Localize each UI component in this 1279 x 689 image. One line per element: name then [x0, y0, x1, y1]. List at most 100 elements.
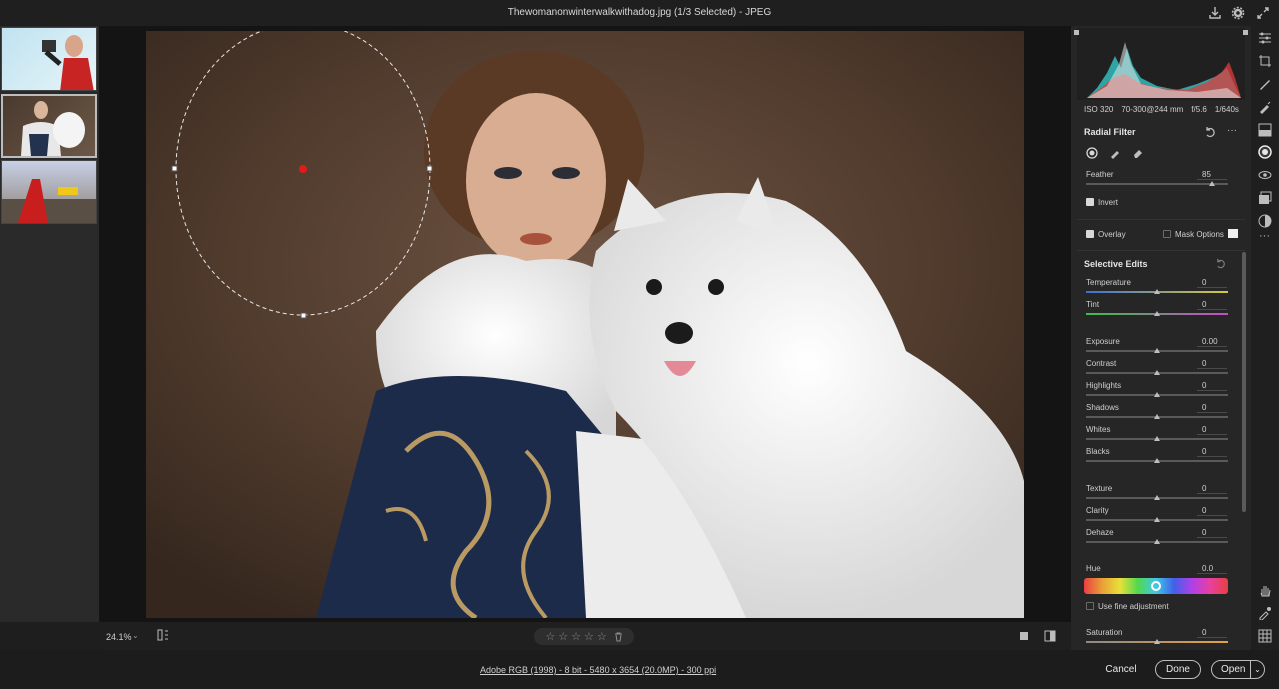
- tint-value[interactable]: 0: [1197, 300, 1227, 310]
- star-icon[interactable]: ☆: [545, 630, 555, 643]
- feather-slider-knob[interactable]: [1209, 181, 1215, 186]
- exposure-slider-knob[interactable]: [1154, 348, 1160, 353]
- temperature-value[interactable]: 0: [1197, 278, 1227, 288]
- fine-adjust-checkbox[interactable]: [1086, 602, 1094, 610]
- feather-value[interactable]: 85: [1197, 170, 1227, 180]
- dehaze-slider-knob[interactable]: [1154, 539, 1160, 544]
- saturation-slider-knob[interactable]: [1154, 639, 1160, 644]
- contrast-value[interactable]: 0: [1197, 359, 1227, 369]
- temperature-slider-knob[interactable]: [1154, 289, 1160, 294]
- snapshots-icon[interactable]: [1258, 191, 1272, 205]
- open-button-label: Open: [1221, 664, 1246, 675]
- presets-icon[interactable]: [1258, 214, 1272, 228]
- star-icon[interactable]: ☆: [558, 630, 568, 643]
- trash-icon[interactable]: [614, 632, 623, 642]
- filmstrip-toggle-icon[interactable]: [156, 628, 170, 642]
- brush-icon[interactable]: [1109, 147, 1121, 159]
- highlight-clipping-icon[interactable]: [1243, 30, 1248, 35]
- texture-value[interactable]: 0: [1197, 484, 1227, 494]
- reset-icon[interactable]: [1215, 258, 1226, 269]
- zoom-level[interactable]: 24.1%: [106, 632, 132, 642]
- red-eye-icon[interactable]: [1258, 168, 1272, 182]
- blacks-value[interactable]: 0: [1197, 447, 1227, 457]
- chevron-down-icon[interactable]: ⌄: [132, 631, 139, 640]
- overlay-checkbox[interactable]: [1086, 230, 1094, 238]
- shadows-label: Shadows: [1086, 403, 1119, 412]
- woman-dog-thumbnail[interactable]: [1, 94, 97, 158]
- adjustment-brush-icon[interactable]: [1258, 100, 1272, 114]
- panel-scrollbar[interactable]: [1242, 252, 1246, 512]
- radial-filter-icon[interactable]: [1258, 145, 1272, 159]
- radial-filter-title: Radial Filter: [1084, 127, 1136, 137]
- hue-value[interactable]: 0.0: [1197, 564, 1227, 574]
- star-icon[interactable]: ☆: [597, 630, 607, 643]
- window-title: Thewomanonwinterwalkwithadog.jpg (1/3 Se…: [507, 7, 772, 18]
- star-icon[interactable]: ☆: [571, 630, 581, 643]
- clarity-slider-knob[interactable]: [1154, 517, 1160, 522]
- highlights-value[interactable]: 0: [1197, 381, 1227, 391]
- more-options-icon[interactable]: ···: [1227, 125, 1237, 136]
- dehaze-label: Dehaze: [1086, 528, 1114, 537]
- highlights-slider-knob[interactable]: [1154, 392, 1160, 397]
- shadows-value[interactable]: 0: [1197, 403, 1227, 413]
- chevron-down-icon[interactable]: ⌄: [1250, 661, 1264, 678]
- file-info-link[interactable]: Adobe RGB (1998) - 8 bit - 5480 x 3654 (…: [480, 665, 716, 675]
- hand-icon[interactable]: [1258, 583, 1272, 597]
- gear-icon[interactable]: [1230, 5, 1246, 21]
- fullscreen-icon[interactable]: [1255, 5, 1271, 21]
- canvas-toolbar: 24.1% ⌄ ☆ ☆ ☆ ☆ ☆: [99, 622, 1071, 650]
- star-icon[interactable]: ☆: [584, 630, 594, 643]
- whites-value[interactable]: 0: [1197, 425, 1227, 435]
- whites-slider-knob[interactable]: [1154, 436, 1160, 441]
- mask-options-label: Mask Options: [1175, 230, 1224, 239]
- cancel-button[interactable]: Cancel: [1097, 660, 1145, 679]
- crop-icon[interactable]: [1258, 54, 1272, 68]
- shadows-slider-knob[interactable]: [1154, 414, 1160, 419]
- open-button[interactable]: Open ⌄: [1211, 660, 1265, 679]
- photo-preview[interactable]: [146, 31, 1024, 618]
- hue-slider-knob[interactable]: [1151, 581, 1161, 591]
- invert-label: Invert: [1098, 198, 1119, 207]
- feather-slider[interactable]: [1086, 183, 1228, 185]
- iso-value: ISO 320: [1084, 105, 1114, 114]
- before-after-icon[interactable]: [1043, 629, 1057, 643]
- blacks-label: Blacks: [1086, 447, 1110, 456]
- lens-value: 70-300@244 mm: [1121, 105, 1184, 114]
- texture-slider-knob[interactable]: [1154, 495, 1160, 500]
- woman-red-dress-thumbnail[interactable]: [1, 160, 97, 224]
- woman-camera-thumbnail[interactable]: [1, 27, 97, 91]
- clarity-label: Clarity: [1086, 506, 1109, 515]
- saturation-value[interactable]: 0: [1197, 628, 1227, 638]
- histogram: [1074, 28, 1248, 100]
- image-canvas[interactable]: [99, 26, 1071, 622]
- shadow-clipping-icon[interactable]: [1074, 30, 1079, 35]
- radial-mode-icon[interactable]: [1086, 147, 1098, 159]
- mask-color-swatch[interactable]: [1228, 229, 1238, 238]
- photo-image: [146, 31, 1024, 618]
- mask-options-checkbox[interactable]: [1163, 230, 1171, 238]
- clarity-value[interactable]: 0: [1197, 506, 1227, 516]
- exposure-value[interactable]: 0.00: [1197, 337, 1227, 347]
- contrast-slider-knob[interactable]: [1154, 370, 1160, 375]
- exif-info: ISO 320 70-300@244 mm f/5.6 1/640s: [1084, 105, 1239, 114]
- more-tools-icon[interactable]: ···: [1259, 230, 1270, 242]
- single-view-icon[interactable]: [1018, 630, 1030, 642]
- thumbnail-image: [42, 35, 94, 90]
- saturation-label: Saturation: [1086, 628, 1123, 637]
- edit-sliders-icon[interactable]: [1258, 31, 1272, 45]
- eyedropper-icon[interactable]: [1258, 606, 1272, 620]
- save-icon[interactable]: [1207, 5, 1223, 21]
- dehaze-value[interactable]: 0: [1197, 528, 1227, 538]
- blacks-slider-knob[interactable]: [1154, 458, 1160, 463]
- tint-label: Tint: [1086, 300, 1100, 309]
- heal-icon[interactable]: [1258, 77, 1272, 91]
- footer-bar: Adobe RGB (1998) - 8 bit - 5480 x 3654 (…: [0, 650, 1279, 689]
- thumbnail-image: [21, 101, 85, 156]
- invert-checkbox[interactable]: [1086, 198, 1094, 206]
- grid-icon[interactable]: [1258, 629, 1272, 643]
- reset-icon[interactable]: [1204, 126, 1216, 138]
- done-button[interactable]: Done: [1155, 660, 1201, 679]
- tint-slider-knob[interactable]: [1154, 311, 1160, 316]
- eraser-icon[interactable]: [1132, 147, 1144, 159]
- graduated-filter-icon[interactable]: [1258, 123, 1272, 137]
